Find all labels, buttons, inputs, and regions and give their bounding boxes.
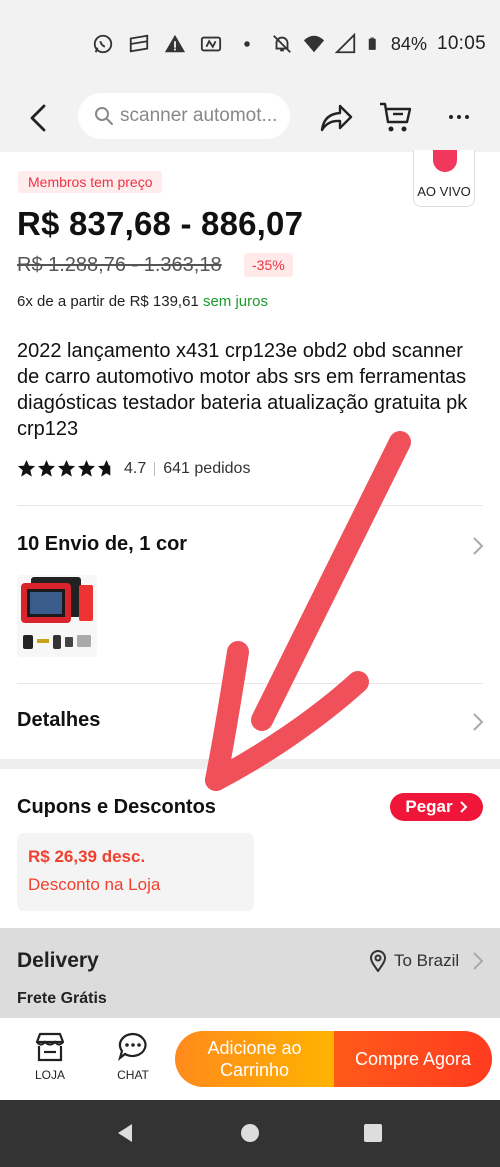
coupon-amount: R$ 26,39 desc. <box>28 847 146 866</box>
cart-icon[interactable] <box>378 100 414 134</box>
chevron-right-icon[interactable] <box>472 536 484 556</box>
whatsapp-icon <box>93 34 113 54</box>
star-icon <box>57 459 76 477</box>
buy-now-button[interactable]: Compre Agora <box>334 1031 492 1087</box>
chat-label: CHAT <box>117 1068 149 1082</box>
warning-icon <box>164 34 186 53</box>
divider <box>154 461 156 476</box>
status-bar: 84% 10:05 <box>0 0 500 88</box>
chat-icon <box>117 1032 147 1062</box>
variant-thumbnail[interactable] <box>17 575 97 657</box>
bottom-action-bar: LOJA CHAT Adicione ao Carrinho Compre Ag… <box>0 1018 500 1100</box>
get-coupon-button[interactable]: Pegar <box>390 793 483 821</box>
add-to-cart-button[interactable]: Adicione ao Carrinho <box>175 1031 334 1087</box>
divider <box>17 683 483 684</box>
shipping-variant-label[interactable]: 10 Envio de, 1 cor <box>17 533 187 556</box>
discount-badge: -35% <box>244 253 293 277</box>
nav-back-icon[interactable] <box>114 1122 136 1144</box>
rating-value: 4.7 <box>124 459 147 477</box>
rating-row[interactable]: 4.7 641 pedidos <box>17 459 250 478</box>
installments-text: 6x de a partir de R$ 139,61 sem juros <box>17 293 268 310</box>
live-icon <box>433 150 457 172</box>
star-icon <box>37 459 56 477</box>
destination-label: To Brazil <box>394 951 460 970</box>
destination-selector[interactable]: To Brazil <box>369 950 484 972</box>
installments-amount: 6x de a partir de R$ 139,61 <box>17 293 199 310</box>
notification-icons <box>92 33 258 55</box>
nubank-icon <box>200 36 222 52</box>
wifi-icon <box>303 35 325 53</box>
chevron-right-icon <box>473 952 484 970</box>
store-icon <box>35 1032 65 1062</box>
members-price-badge: Membros tem preço <box>18 171 163 193</box>
dot-icon <box>244 41 250 47</box>
nav-home-icon[interactable] <box>239 1122 261 1144</box>
star-rating <box>17 459 116 478</box>
flag-icon <box>129 34 149 53</box>
interest-free-label: sem juros <box>202 293 268 310</box>
chevron-right-icon <box>459 801 468 813</box>
search-placeholder: scanner automot... <box>120 105 278 126</box>
share-icon[interactable] <box>318 102 354 134</box>
signal-icon <box>334 33 356 54</box>
live-button[interactable]: AO VIVO <box>413 150 475 207</box>
location-pin-icon <box>369 950 387 972</box>
original-price: R$ 1.288,76 - 1.363,18 <box>17 254 222 276</box>
store-label: LOJA <box>34 1068 65 1082</box>
silent-bell-icon <box>273 35 291 53</box>
divider <box>17 505 483 506</box>
search-icon <box>95 107 113 125</box>
clock: 10:05 <box>436 33 486 54</box>
coupons-title: Cupons e Descontos <box>17 796 216 818</box>
top-app-bar: scanner automot... <box>0 88 500 152</box>
product-title: 2022 lançamento x431 crp123e obd2 obd sc… <box>17 340 468 440</box>
battery-icon <box>368 37 376 50</box>
star-icon <box>17 459 36 477</box>
more-options-icon[interactable] <box>444 100 474 134</box>
chevron-right-icon[interactable] <box>472 712 484 732</box>
product-price: R$ 837,68 - 886,07 <box>17 205 304 242</box>
search-input[interactable]: scanner automot... <box>78 93 290 139</box>
battery-percent: 84% <box>390 33 427 54</box>
system-navigation-bar <box>0 1100 500 1167</box>
delivery-section[interactable]: Delivery To Brazil Frete Grátis <box>0 928 500 1018</box>
back-arrow-icon[interactable] <box>24 100 56 136</box>
free-shipping-label: Frete Grátis <box>17 990 107 1007</box>
details-label[interactable]: Detalhes <box>17 709 100 732</box>
system-icons: 84% 10:05 <box>271 33 486 55</box>
star-half-icon <box>97 459 111 477</box>
orders-count: 641 pedidos <box>163 459 251 477</box>
chat-button[interactable]: CHAT <box>108 1032 158 1082</box>
delivery-title: Delivery <box>17 949 99 972</box>
live-label: AO VIVO <box>417 184 471 199</box>
nav-recents-icon[interactable] <box>362 1122 384 1144</box>
coupon-description: Desconto na Loja <box>28 875 161 894</box>
coupon-card[interactable]: R$ 26,39 desc. Desconto na Loja <box>17 833 254 911</box>
get-coupon-label: Pegar <box>405 797 453 816</box>
section-separator <box>0 759 500 769</box>
star-icon <box>77 459 96 477</box>
scanner-product-image <box>21 577 93 649</box>
store-button[interactable]: LOJA <box>25 1032 75 1082</box>
